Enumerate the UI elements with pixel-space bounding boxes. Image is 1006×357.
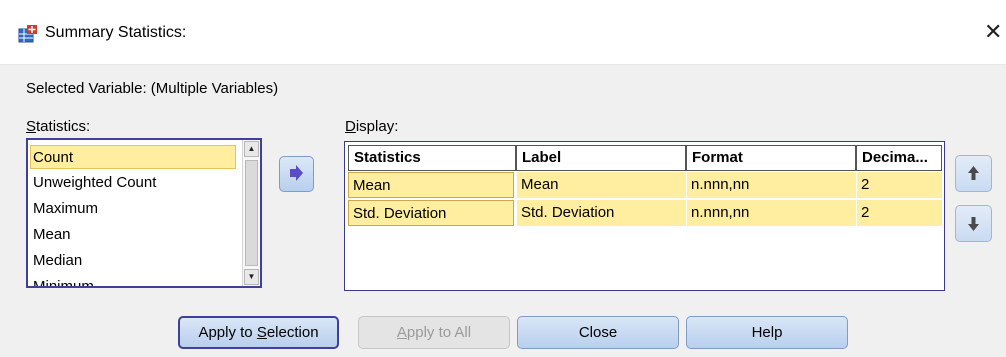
list-item[interactable]: Median — [32, 249, 82, 273]
table-cell[interactable]: 2 — [856, 172, 942, 198]
display-label-text: isplay: — [355, 118, 399, 135]
scroll-thumb[interactable] — [245, 160, 258, 266]
list-item[interactable]: Minimum — [32, 275, 94, 286]
display-label: Display: — [345, 118, 398, 135]
column-header-decimals[interactable]: Decima... — [856, 145, 942, 171]
apply-to-all-button[interactable]: Apply to All — [358, 316, 510, 349]
apply-selection-text-b: election — [266, 324, 319, 341]
column-header-format[interactable]: Format — [686, 145, 856, 171]
help-button[interactable]: Help — [686, 316, 848, 349]
display-label-mnemonic: D — [345, 118, 356, 135]
table-cell[interactable]: 2 — [856, 200, 942, 226]
apply-all-text: pply to All — [406, 324, 472, 341]
statistics-label-text: tatistics: — [36, 118, 91, 135]
apply-selection-mnemonic: S — [256, 324, 267, 341]
move-down-button[interactable] — [955, 205, 992, 242]
list-item[interactable]: Unweighted Count — [32, 171, 156, 195]
list-item[interactable]: Count — [30, 145, 236, 169]
apply-to-selection-button[interactable]: Apply to Selection — [178, 316, 339, 349]
statistics-label-mnemonic: S — [26, 118, 37, 135]
statistics-scrollbar[interactable]: ▲ ▼ — [242, 140, 260, 286]
arrow-right-icon — [290, 165, 303, 181]
apply-selection-text-a: Apply to — [198, 324, 257, 341]
arrow-down-icon — [968, 217, 979, 231]
list-item[interactable]: Maximum — [32, 197, 98, 221]
statistics-label: Statistics: — [26, 118, 90, 135]
display-table[interactable]: Statistics Label Format Decima... Mean M… — [344, 141, 945, 291]
close-button[interactable]: Close — [517, 316, 679, 349]
move-up-button[interactable] — [955, 155, 992, 192]
close-icon[interactable]: ✕ — [984, 21, 1002, 43]
column-header-statistics[interactable]: Statistics — [348, 145, 516, 171]
spss-table-icon — [18, 25, 37, 43]
table-cell[interactable]: Std. Deviation — [348, 200, 514, 226]
move-to-display-button[interactable] — [279, 156, 314, 192]
table-cell[interactable]: n.nnn,nn — [686, 200, 856, 226]
table-cell[interactable]: Mean — [516, 172, 686, 198]
window-title: Summary Statistics: — [45, 24, 187, 41]
apply-all-mnemonic: A — [396, 324, 407, 341]
list-item[interactable]: Mean — [32, 223, 71, 247]
column-header-label[interactable]: Label — [516, 145, 686, 171]
table-cell[interactable]: Std. Deviation — [516, 200, 686, 226]
statistics-list[interactable]: Count Unweighted Count Maximum Mean Medi… — [26, 138, 262, 288]
selected-variable-label: Selected Variable: (Multiple Variables) — [26, 80, 279, 97]
scroll-down-icon[interactable]: ▼ — [244, 269, 259, 285]
table-cell[interactable]: n.nnn,nn — [686, 172, 856, 198]
title-bar: Summary Statistics: ✕ — [0, 0, 1006, 65]
table-cell[interactable]: Mean — [348, 172, 514, 198]
scroll-up-icon[interactable]: ▲ — [244, 141, 259, 157]
arrow-up-icon — [968, 166, 979, 180]
